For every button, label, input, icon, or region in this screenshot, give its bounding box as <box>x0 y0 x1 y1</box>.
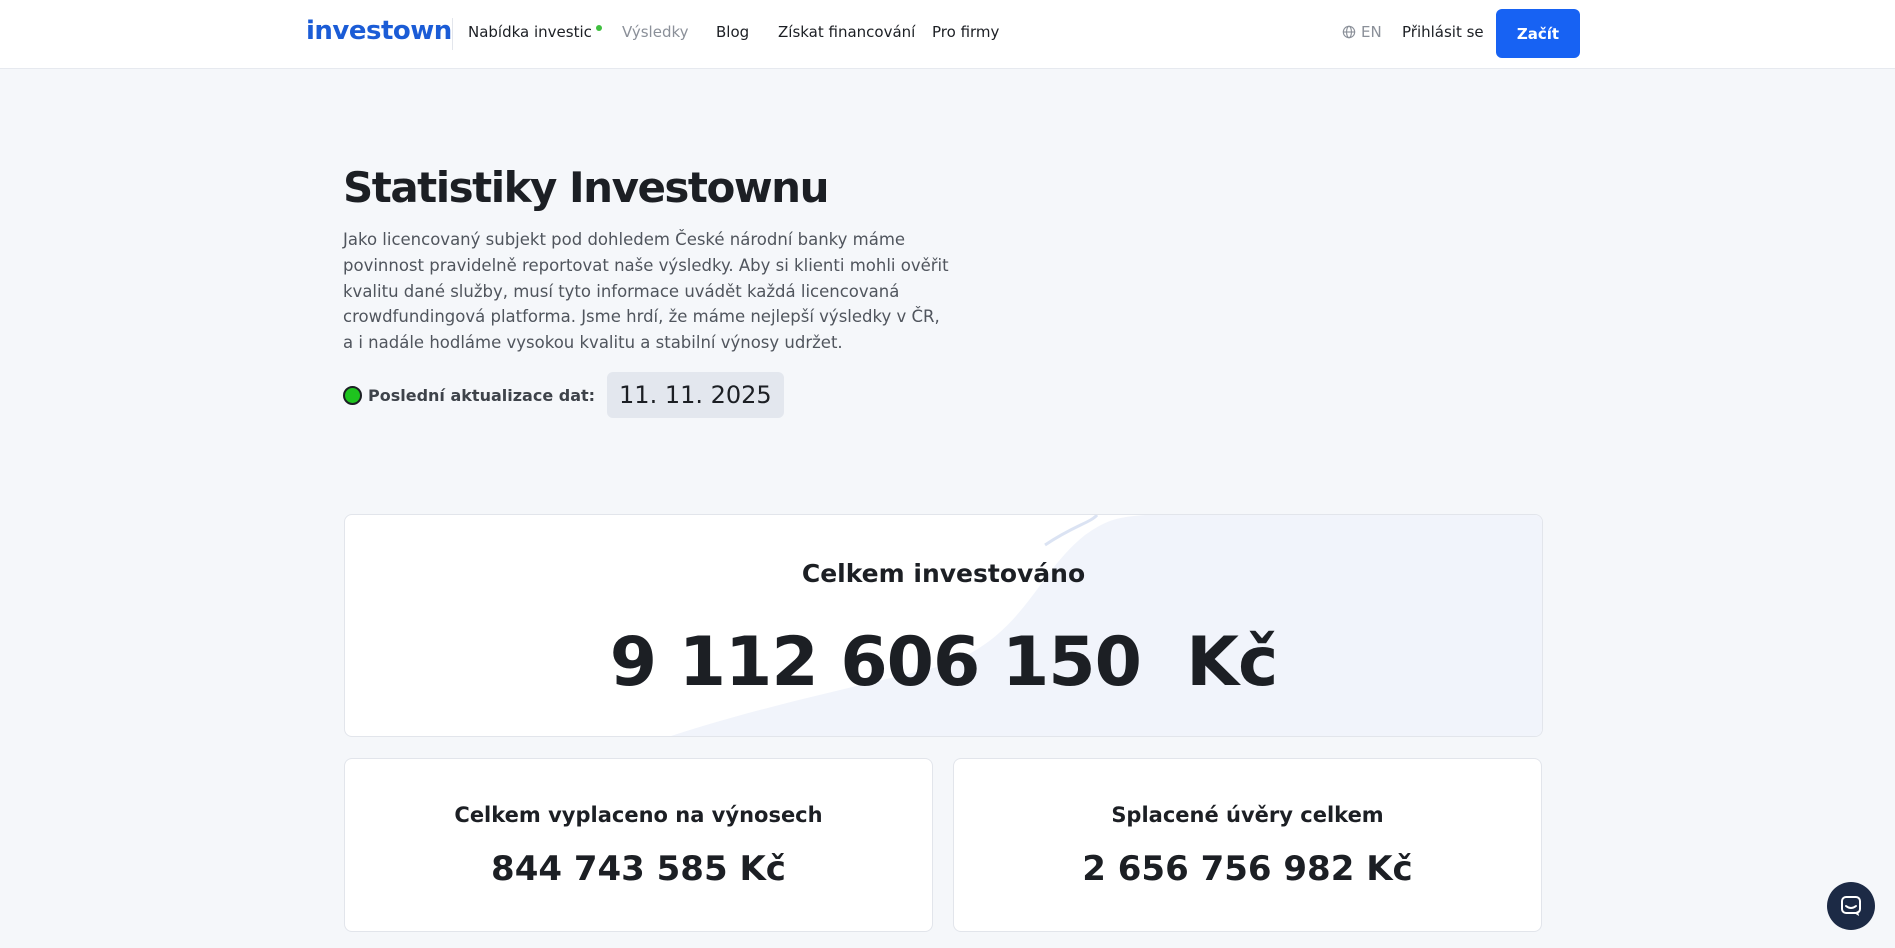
nav-item-ziskat-financovani[interactable]: Získat financování <box>778 23 915 41</box>
language-code: EN <box>1361 23 1382 41</box>
total-invested-label: Celkem investováno <box>801 559 1086 588</box>
last-update-label: Poslední aktualizace dat: <box>368 385 596 405</box>
investown-logo[interactable]: investown <box>306 16 452 46</box>
login-link[interactable]: Přihlásit se <box>1402 23 1484 41</box>
chat-widget-button[interactable] <box>1827 882 1875 930</box>
nav-item-label: Nabídka investic <box>468 23 592 41</box>
language-switcher[interactable]: EN <box>1342 23 1382 41</box>
total-invested-value: 9 112 606 150 Kč <box>609 623 1279 702</box>
start-button[interactable]: Začít <box>1496 9 1580 58</box>
repaid-loans-label: Splacené úvěry celkem <box>1111 803 1384 827</box>
last-update-row: Poslední aktualizace dat: 11. 11. 2025 <box>343 372 784 418</box>
intro-paragraph: Jako licencovaný subjekt pod dohledem Če… <box>343 230 949 353</box>
nav-item-pro-firmy[interactable]: Pro firmy <box>932 23 999 41</box>
top-navigation-bar: investown Nabídka investic Výsledky Blog… <box>0 0 1895 69</box>
nav-item-vysledky[interactable]: Výsledky <box>622 23 689 41</box>
repaid-loans-value: 2 656 756 982 Kč <box>1082 849 1413 889</box>
page-title: Statistiky Investownu <box>343 163 829 212</box>
chat-icon <box>1841 896 1861 916</box>
repaid-loans-card: Splacené úvěry celkem 2 656 756 982 Kč <box>953 758 1542 932</box>
status-indicator-icon <box>343 385 362 405</box>
nav-item-nabidka-investic[interactable]: Nabídka investic <box>468 23 602 41</box>
paid-out-returns-label: Celkem vyplaceno na výnosech <box>454 803 823 827</box>
globe-icon <box>1342 25 1356 39</box>
last-update-date: 11. 11. 2025 <box>607 372 784 418</box>
nav-item-blog[interactable]: Blog <box>716 23 749 41</box>
total-invested-card: Celkem investováno 9 112 606 150 Kč <box>344 514 1543 737</box>
paid-out-returns-value: 844 743 585 Kč <box>491 849 786 889</box>
logo-divider <box>452 18 453 50</box>
new-indicator-dot <box>595 25 602 31</box>
paid-out-returns-card: Celkem vyplaceno na výnosech 844 743 585… <box>344 758 933 932</box>
